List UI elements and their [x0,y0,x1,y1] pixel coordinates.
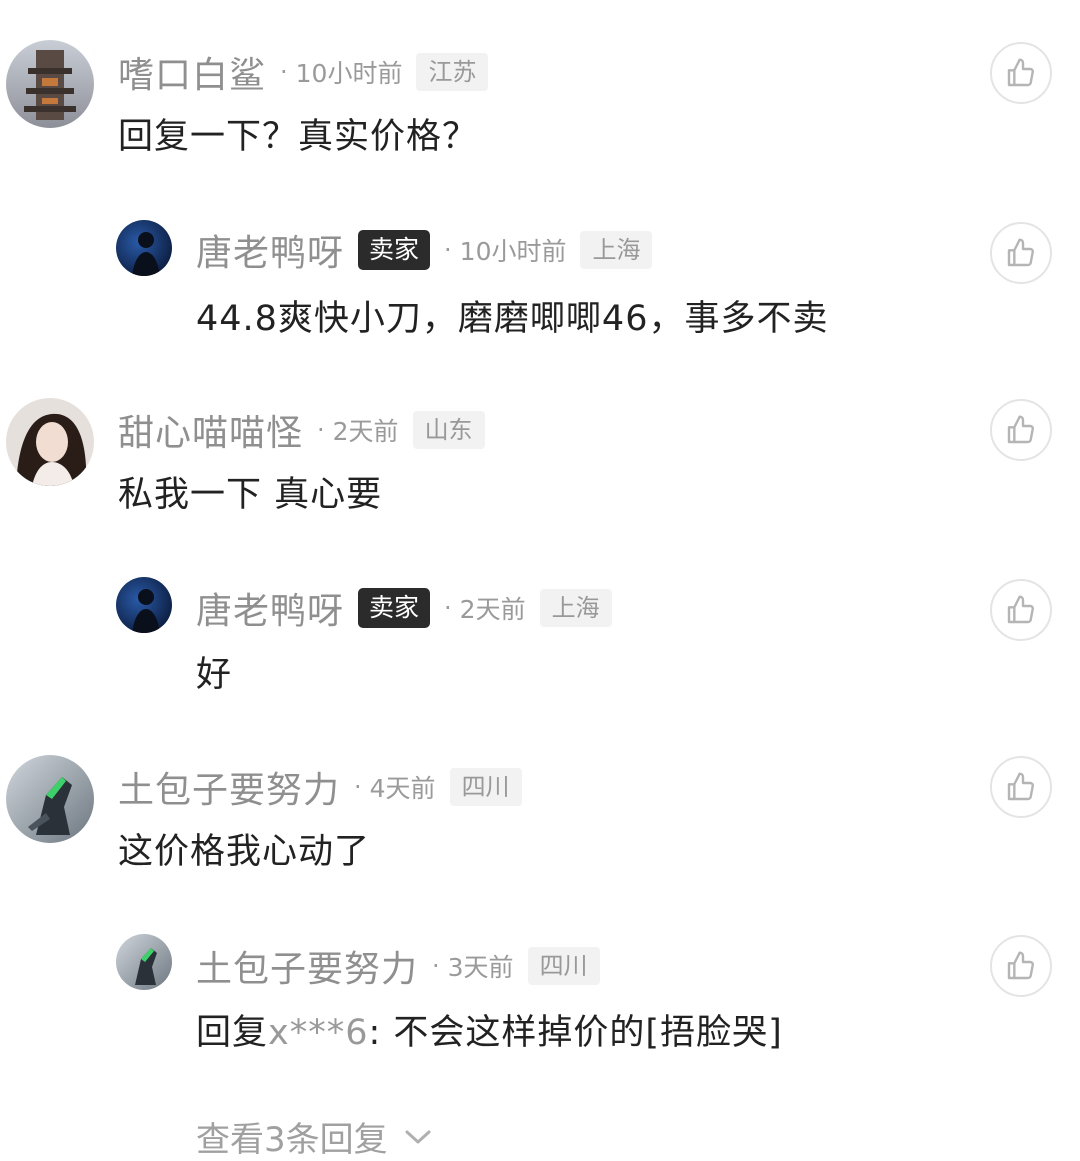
timestamp: 4天前 [369,774,436,803]
timestamp: 2天前 [459,595,526,624]
username[interactable]: 土包子要努力 [196,940,418,992]
like-button[interactable] [990,935,1052,997]
comment-text[interactable]: 私我一下 真心要 [118,466,382,517]
timestamp: 3天前 [447,953,514,982]
thumbs-up-icon [1007,415,1034,444]
username[interactable]: 甜心喵喵怪 [118,404,303,456]
reply-prefix: 回复 [196,1013,269,1053]
mention-user[interactable]: x***6 [268,1013,368,1053]
username[interactable]: 嗜口白鲨 [118,46,266,98]
avatar[interactable] [116,220,172,276]
thumbs-up-icon [1007,951,1034,980]
comment-text[interactable]: 44.8爽快小刀，磨磨唧唧46，事多不卖 [196,290,828,341]
dot-separator: · [444,594,452,622]
comment-text[interactable]: 回复一下？真实价格？ [118,108,478,159]
location-badge: 山东 [412,411,485,449]
view-more-label: 查看3条回复 [196,1120,388,1160]
timestamp: 2天前 [332,417,399,446]
thumbs-up-icon [1007,238,1034,267]
reply-body: : 不会这样掉价的[捂脸哭] [368,1013,783,1053]
location-badge: 上海 [580,231,653,269]
avatar[interactable] [116,934,172,990]
username[interactable]: 土包子要努力 [118,761,340,813]
avatar[interactable] [6,398,94,486]
username[interactable]: 唐老鸭呀 [196,224,344,276]
username[interactable]: 唐老鸭呀 [196,582,344,634]
dot-separator: · [317,416,325,444]
thumbs-up-icon [1007,58,1034,87]
avatar[interactable] [6,755,94,843]
comment-text[interactable]: 回复x***6: 不会这样掉价的[捂脸哭] [196,1004,783,1055]
location-badge: 四川 [449,768,522,806]
comment-text[interactable]: 好 [196,646,232,697]
dot-separator: · [354,773,362,801]
location-badge: 四川 [527,947,600,985]
like-button[interactable] [990,399,1052,461]
seller-badge: 卖家 [358,230,431,270]
dot-separator: · [432,952,440,980]
comment-text[interactable]: 这价格我心动了 [118,823,370,874]
thumbs-up-icon [1007,772,1034,801]
avatar[interactable] [116,577,172,633]
like-button[interactable] [990,42,1052,104]
dot-separator: · [280,58,288,86]
timestamp: 10小时前 [459,237,567,266]
chevron-down-icon [405,1130,431,1143]
view-more-replies-button[interactable]: 查看3条回复 [196,1112,432,1161]
dot-separator: · [444,236,452,264]
timestamp: 10小时前 [295,59,403,88]
like-button[interactable] [990,222,1052,284]
like-button[interactable] [990,579,1052,641]
location-badge: 江苏 [416,53,489,91]
thumbs-up-icon [1007,595,1034,624]
avatar[interactable] [6,40,94,128]
seller-badge: 卖家 [358,588,431,628]
like-button[interactable] [990,756,1052,818]
location-badge: 上海 [539,589,612,627]
